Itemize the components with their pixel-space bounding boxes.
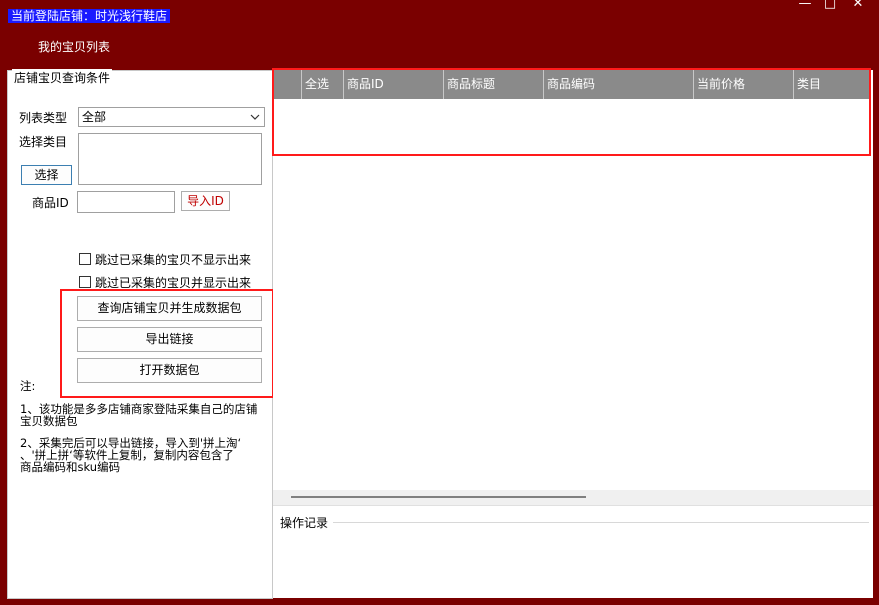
note-title: 注: [20, 379, 36, 393]
close-button[interactable]: ✕ [846, 0, 870, 10]
import-id-button[interactable]: 导入ID [181, 191, 230, 211]
list-type-select[interactable]: 全部 [78, 107, 265, 127]
list-type-label: 列表类型 [19, 111, 68, 125]
note-line-2c: 商品编码和sku编码 [20, 460, 121, 474]
grid-horizontal-scrollbar[interactable] [273, 490, 873, 505]
product-id-input[interactable] [77, 191, 175, 213]
category-textarea[interactable] [78, 133, 262, 185]
list-type-value: 全部 [82, 110, 107, 124]
query-panel: 店铺宝贝查询条件 列表类型 全部 选择类目 选择 商品ID 导入ID 跳过已采集… [7, 69, 274, 599]
log-divider [333, 522, 869, 523]
product-id-label: 商品ID [32, 196, 69, 210]
grid-highlight-box [272, 68, 871, 156]
skip-hide-checkbox[interactable] [79, 253, 91, 265]
maximize-button[interactable]: □ [818, 0, 842, 10]
tab-my-products[interactable]: 我的宝贝列表 [38, 38, 110, 55]
skip-hide-label: 跳过已采集的宝贝不显示出来 [95, 253, 252, 267]
operation-log-title: 操作记录 [280, 514, 332, 531]
operation-log-panel: 操作记录 [273, 505, 873, 598]
query-generate-button[interactable]: 查询店铺宝贝并生成数据包 [77, 296, 262, 321]
open-package-button[interactable]: 打开数据包 [77, 358, 262, 383]
current-store-label: 当前登陆店铺：时光浅行鞋店 [8, 9, 171, 23]
note-line-1b: 宝贝数据包 [20, 414, 78, 428]
export-links-button[interactable]: 导出链接 [77, 327, 262, 352]
title-bar: 当前登陆店铺：时光浅行鞋店 — □ ✕ [0, 0, 879, 30]
category-label: 选择类目 [19, 135, 68, 149]
chevron-down-icon [250, 108, 260, 133]
product-grid[interactable]: 全选 商品ID 商品标题 商品编码 当前价格 类目 [272, 68, 873, 490]
choose-category-button[interactable]: 选择 [21, 165, 72, 185]
scrollbar-thumb[interactable] [291, 496, 586, 498]
skip-show-checkbox[interactable] [79, 276, 91, 288]
minimize-button[interactable]: — [793, 0, 817, 10]
query-group-title: 店铺宝贝查询条件 [12, 69, 113, 86]
